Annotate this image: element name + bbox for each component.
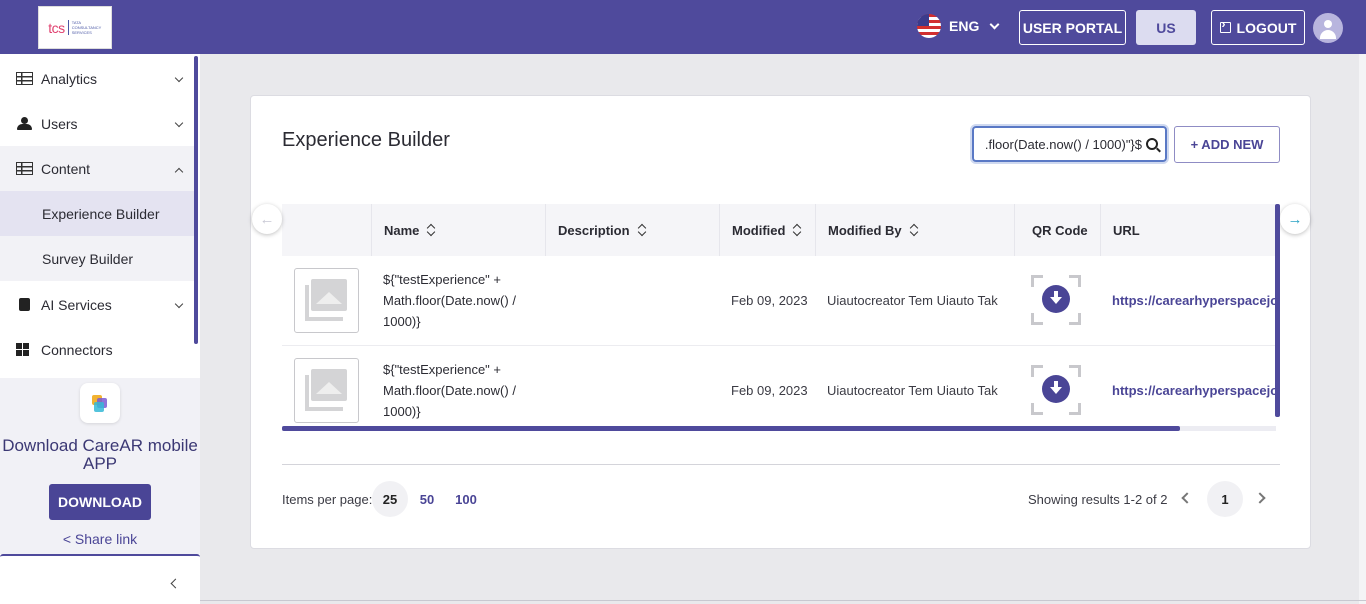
cell-modified: Feb 09, 2023 [731,383,808,398]
sidebar-item-ai-services[interactable]: AI Services [0,282,194,327]
page-title: Experience Builder [282,129,450,151]
sort-icon [793,224,801,236]
share-link[interactable]: < Share link [0,531,200,547]
per-page-option-50[interactable]: 50 [409,481,445,517]
search-icon[interactable] [1146,138,1158,150]
collapse-sidebar-icon[interactable] [170,578,181,589]
sidebar-footer [0,554,200,604]
chevron-up-icon [174,167,184,177]
language-selector[interactable]: ENG [917,14,1000,38]
chevron-down-icon [989,19,1000,29]
chevron-down-icon [174,73,184,83]
bottom-border [200,600,1366,601]
sidebar-item-users[interactable]: Users [0,101,194,146]
top-bar: tcs TATA CONSULTANCY SERVICES ENG USER P… [0,0,1366,54]
sidebar-item-label: Users [41,115,78,132]
sidebar-item-connectors[interactable]: Connectors [0,327,194,372]
chevron-down-icon [174,299,184,309]
sidebar-item-experience-builder[interactable]: Experience Builder [0,191,194,236]
logo-text: tcs [48,19,65,36]
search-input[interactable] [986,136,1142,152]
table-horizontal-scrollbar[interactable] [282,426,1180,431]
divider [282,464,1280,465]
column-header-url: URL [1100,204,1276,256]
qr-code-download[interactable] [1031,275,1081,325]
column-header-modified-by[interactable]: Modified By [815,204,1014,256]
image-placeholder-icon [311,279,347,311]
download-icon [1042,285,1070,313]
language-label: ENG [949,18,980,34]
carear-app-icon [80,383,120,423]
grid-icon [16,343,29,356]
table-row[interactable]: ${"testExperience" + Math.floor(Date.now… [282,256,1276,346]
experience-table: Name Description Modified Modified By QR… [282,204,1276,431]
qr-code-download[interactable] [1031,365,1081,415]
cell-name: ${"testExperience" + Math.floor(Date.now… [383,272,516,329]
sidebar-item-label: Analytics [41,70,98,87]
results-count: Showing results 1-2 of 2 [1028,492,1168,507]
column-header-description[interactable]: Description [545,204,719,256]
chevron-down-icon [174,118,184,128]
sidebar-item-label: Connectors [41,341,113,358]
sidebar-item-label: Content [41,160,91,177]
scroll-left-arrow-icon[interactable]: ← [252,204,282,234]
table-icon [16,162,33,175]
experience-builder-card: Experience Builder + ADD NEW Name Descri… [250,95,1311,549]
column-header-qr-code: QR Code [1014,204,1100,256]
us-flag-icon [917,14,941,38]
user-avatar[interactable] [1313,13,1343,43]
cell-modified-by: Uiautocreator Tem Uiauto Tak [827,293,998,308]
logo-subtext: TATA CONSULTANCY SERVICES [67,20,102,35]
table-icon [16,72,33,85]
sidebar-scrollbar[interactable] [194,56,198,344]
sort-icon [638,224,646,236]
column-header-name[interactable]: Name [371,204,545,256]
cell-url-link[interactable]: https://carearhyperspacejoin [1112,293,1276,308]
download-icon [1042,375,1070,403]
image-placeholder-icon [311,369,347,401]
chip-icon [19,298,30,311]
sidebar-item-survey-builder[interactable]: Survey Builder [0,236,194,281]
users-icon [16,117,33,130]
table-row[interactable]: ${"testExperience" + Math.floor(Date.now… [282,346,1276,431]
per-page-option-25[interactable]: 25 [372,481,408,517]
sort-icon [427,224,435,236]
chevron-right-icon[interactable] [1254,492,1266,504]
cell-name: ${"testExperience" + Math.floor(Date.now… [383,362,516,419]
table-vertical-scrollbar[interactable] [1275,204,1280,417]
search-box[interactable] [972,126,1167,162]
scroll-right-arrow-icon[interactable]: → [1280,204,1310,234]
column-header-modified[interactable]: Modified [719,204,815,256]
page-scrollbar[interactable] [1359,54,1366,604]
region-button[interactable]: US [1136,10,1196,45]
user-icon [1324,20,1332,28]
logout-button[interactable]: LOGOUT [1211,10,1305,45]
app-promo: Download CareAR mobile APP DOWNLOAD < Sh… [0,378,200,554]
sidebar-item-analytics[interactable]: Analytics [0,56,194,101]
sidebar-item-label: AI Services [41,296,112,313]
sort-icon [910,224,918,236]
sidebar: Analytics Users Content Experience Build… [0,54,200,604]
cell-modified: Feb 09, 2023 [731,293,808,308]
cell-modified-by: Uiautocreator Tem Uiauto Tak [827,383,998,398]
download-button[interactable]: DOWNLOAD [49,484,151,520]
add-new-button[interactable]: + ADD NEW [1174,126,1280,163]
per-page-option-100[interactable]: 100 [448,481,484,517]
cell-url-link[interactable]: https://carearhyperspacejoin [1112,383,1276,398]
page-number-button[interactable]: 1 [1207,481,1243,517]
logout-label: LOGOUT [1236,19,1297,36]
promo-title: Download CareAR mobile APP [2,436,198,473]
company-logo[interactable]: tcs TATA CONSULTANCY SERVICES [38,6,112,49]
chevron-left-icon[interactable] [1181,492,1193,504]
experience-thumbnail [294,358,359,423]
logout-icon [1219,17,1231,33]
user-portal-button[interactable]: USER PORTAL [1019,10,1126,45]
items-per-page-label: Items per page: [282,492,373,507]
experience-thumbnail [294,268,359,333]
sidebar-item-content[interactable]: Content [0,146,194,191]
table-header: Name Description Modified Modified By QR… [282,204,1276,256]
